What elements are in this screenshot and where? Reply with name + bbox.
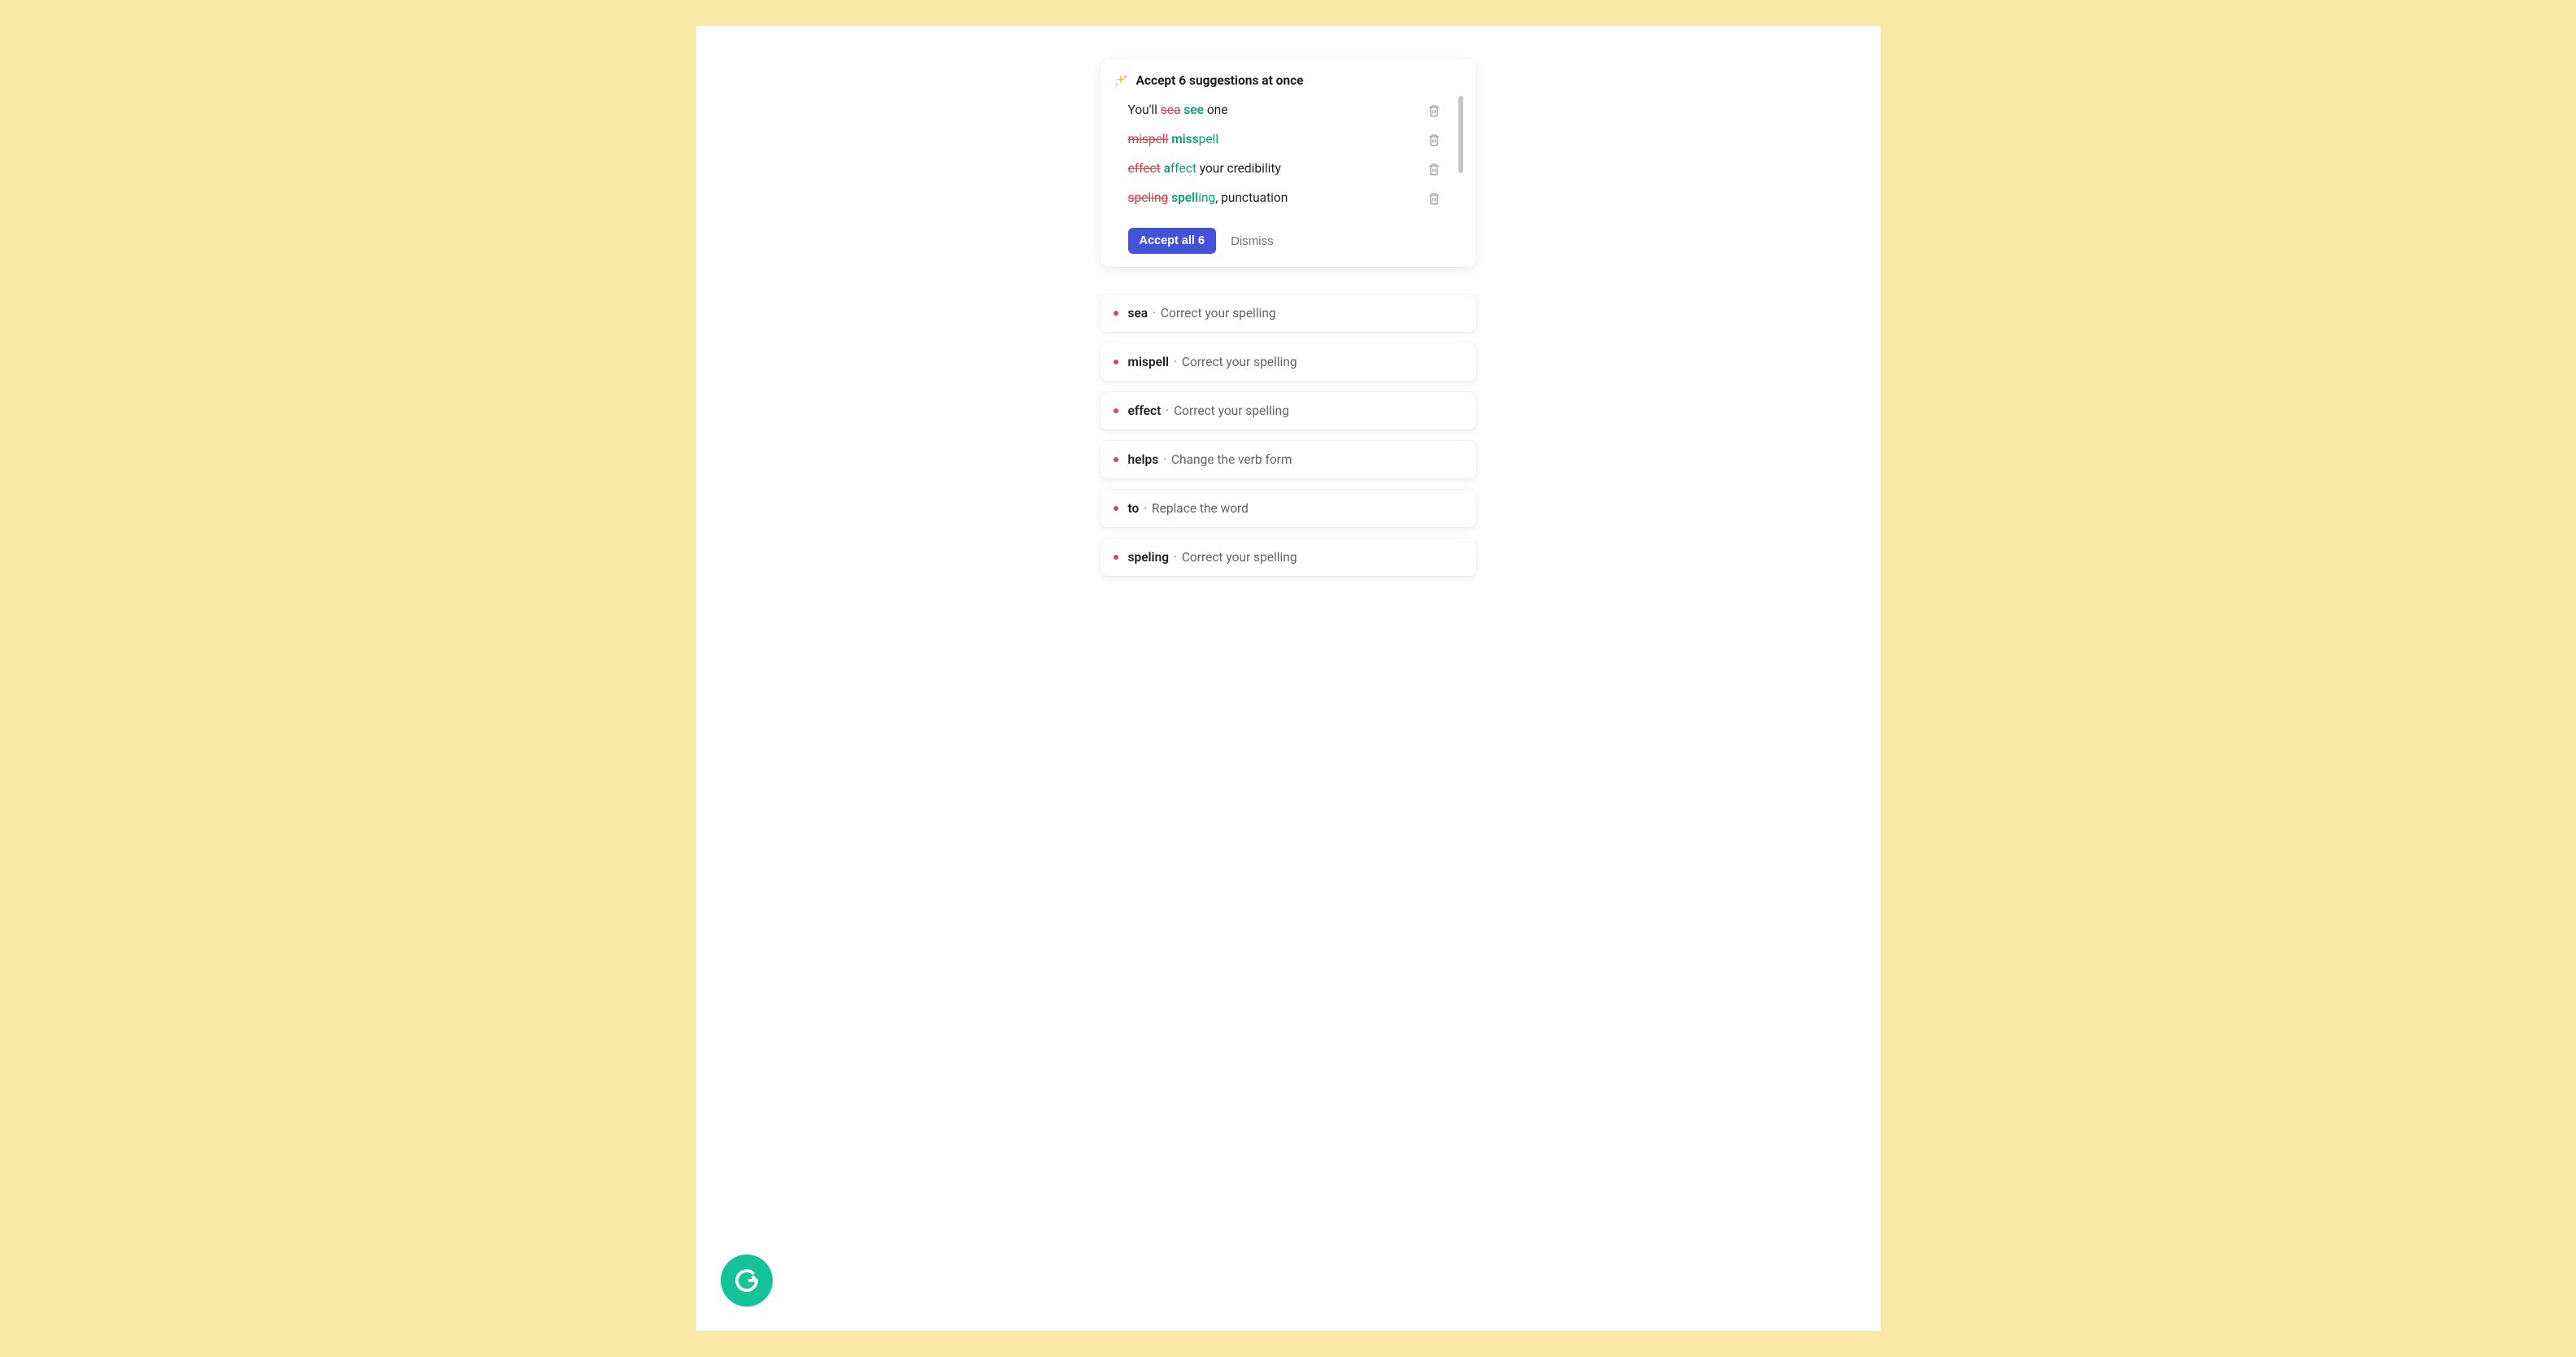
bulk-replacement-rest: pell bbox=[1199, 132, 1218, 146]
bulk-row: speling spelling, punctuation bbox=[1128, 184, 1444, 213]
error-dot-icon bbox=[1114, 457, 1118, 462]
suggestion-card[interactable]: mispell · Correct your spelling bbox=[1101, 343, 1476, 381]
suggestion-card[interactable]: to · Replace the word bbox=[1101, 490, 1476, 527]
bulk-suffix: , punctuation bbox=[1215, 190, 1288, 205]
bulk-row: effect affect your credibility bbox=[1128, 155, 1444, 184]
bulk-replacement-rest: ing bbox=[1198, 190, 1215, 205]
suggestion-hint: Correct your spelling bbox=[1161, 306, 1276, 321]
bulk-replacement-rest: ffect bbox=[1170, 161, 1196, 176]
suggestion-separator: · bbox=[1169, 355, 1182, 369]
bulk-row-text: speling spelling, punctuation bbox=[1128, 189, 1288, 207]
suggestion-word: mispell bbox=[1128, 355, 1170, 369]
suggestion-hint: Correct your spelling bbox=[1174, 404, 1289, 418]
suggestion-separator: · bbox=[1148, 306, 1161, 321]
trash-icon bbox=[1427, 192, 1441, 205]
suggestion-word: to bbox=[1128, 501, 1140, 516]
suggestion-hint: Correct your spelling bbox=[1182, 355, 1297, 369]
delete-suggestion-button[interactable] bbox=[1424, 159, 1444, 179]
bulk-replacement-bold: miss bbox=[1171, 132, 1198, 146]
bulk-suffix: one bbox=[1204, 103, 1227, 117]
bulk-strike: speling bbox=[1128, 190, 1169, 205]
sparkle-icon bbox=[1114, 73, 1128, 88]
bulk-strike: effect bbox=[1128, 161, 1161, 176]
bulk-row: mispell misspell bbox=[1128, 125, 1444, 155]
bulk-replacement-bold: see bbox=[1183, 103, 1204, 117]
bulk-header: Accept 6 suggestions at once bbox=[1112, 70, 1467, 96]
bulk-row-text: mispell misspell bbox=[1128, 130, 1219, 149]
bulk-suffix: your credibility bbox=[1196, 161, 1281, 176]
suggestion-list: sea · Correct your spelling mispell · Co… bbox=[1101, 295, 1476, 576]
bulk-row-text: effect affect your credibility bbox=[1128, 159, 1281, 178]
error-dot-icon bbox=[1114, 408, 1118, 413]
trash-icon bbox=[1427, 104, 1441, 117]
suggestion-word: effect bbox=[1128, 404, 1162, 418]
suggestion-hint: Change the verb form bbox=[1171, 452, 1292, 467]
bulk-prefix: You'll bbox=[1128, 103, 1161, 117]
delete-suggestion-button[interactable] bbox=[1424, 189, 1444, 208]
suggestion-hint: Correct your spelling bbox=[1182, 550, 1297, 565]
bulk-row-text: You'll sea see one bbox=[1128, 101, 1228, 120]
error-dot-icon bbox=[1114, 555, 1118, 560]
outer-frame: Accept 6 suggestions at once You'll sea … bbox=[670, 0, 1907, 1357]
bulk-row: You'll sea see one bbox=[1128, 96, 1444, 125]
suggestion-separator: · bbox=[1161, 404, 1174, 418]
grammarly-g-icon bbox=[732, 1266, 761, 1295]
bulk-list: You'll sea see one mispell misspell bbox=[1112, 96, 1467, 218]
grammarly-logo bbox=[721, 1254, 773, 1307]
bulk-row: Afterall After all, there are bbox=[1128, 213, 1444, 218]
suggestion-separator: · bbox=[1169, 550, 1182, 565]
suggestion-separator: · bbox=[1139, 501, 1152, 516]
bulk-accept-card: Accept 6 suggestions at once You'll sea … bbox=[1101, 59, 1476, 267]
suggestion-card[interactable]: helps · Change the verb form bbox=[1101, 441, 1476, 478]
suggestion-card[interactable]: effect · Correct your spelling bbox=[1101, 392, 1476, 430]
suggestion-card[interactable]: speling · Correct your spelling bbox=[1101, 539, 1476, 576]
bulk-strike: sea bbox=[1161, 103, 1181, 117]
suggestion-hint: Replace the word bbox=[1152, 501, 1249, 516]
error-dot-icon bbox=[1114, 360, 1118, 364]
delete-suggestion-button[interactable] bbox=[1424, 101, 1444, 120]
app-canvas: Accept 6 suggestions at once You'll sea … bbox=[696, 26, 1881, 1331]
error-dot-icon bbox=[1114, 311, 1118, 316]
accept-all-button[interactable]: Accept all 6 bbox=[1128, 228, 1217, 254]
suggestion-word: helps bbox=[1128, 452, 1159, 467]
trash-icon bbox=[1427, 163, 1441, 176]
bulk-replacement-bold: a bbox=[1164, 161, 1170, 176]
content-column: Accept 6 suggestions at once You'll sea … bbox=[1101, 59, 1476, 576]
bulk-replacement-bold: spell bbox=[1171, 190, 1198, 205]
delete-suggestion-button[interactable] bbox=[1424, 130, 1444, 150]
bulk-title: Accept 6 suggestions at once bbox=[1136, 73, 1304, 88]
trash-icon bbox=[1427, 133, 1441, 146]
suggestion-separator: · bbox=[1158, 452, 1171, 467]
bulk-scrollbar[interactable] bbox=[1458, 96, 1463, 173]
suggestion-word: sea bbox=[1128, 306, 1149, 321]
suggestion-word: speling bbox=[1128, 550, 1170, 565]
dismiss-button[interactable]: Dismiss bbox=[1231, 234, 1274, 248]
bulk-actions: Accept all 6 Dismiss bbox=[1112, 218, 1467, 255]
suggestion-card[interactable]: sea · Correct your spelling bbox=[1101, 295, 1476, 332]
bulk-strike: mispell bbox=[1128, 132, 1169, 146]
error-dot-icon bbox=[1114, 506, 1118, 511]
